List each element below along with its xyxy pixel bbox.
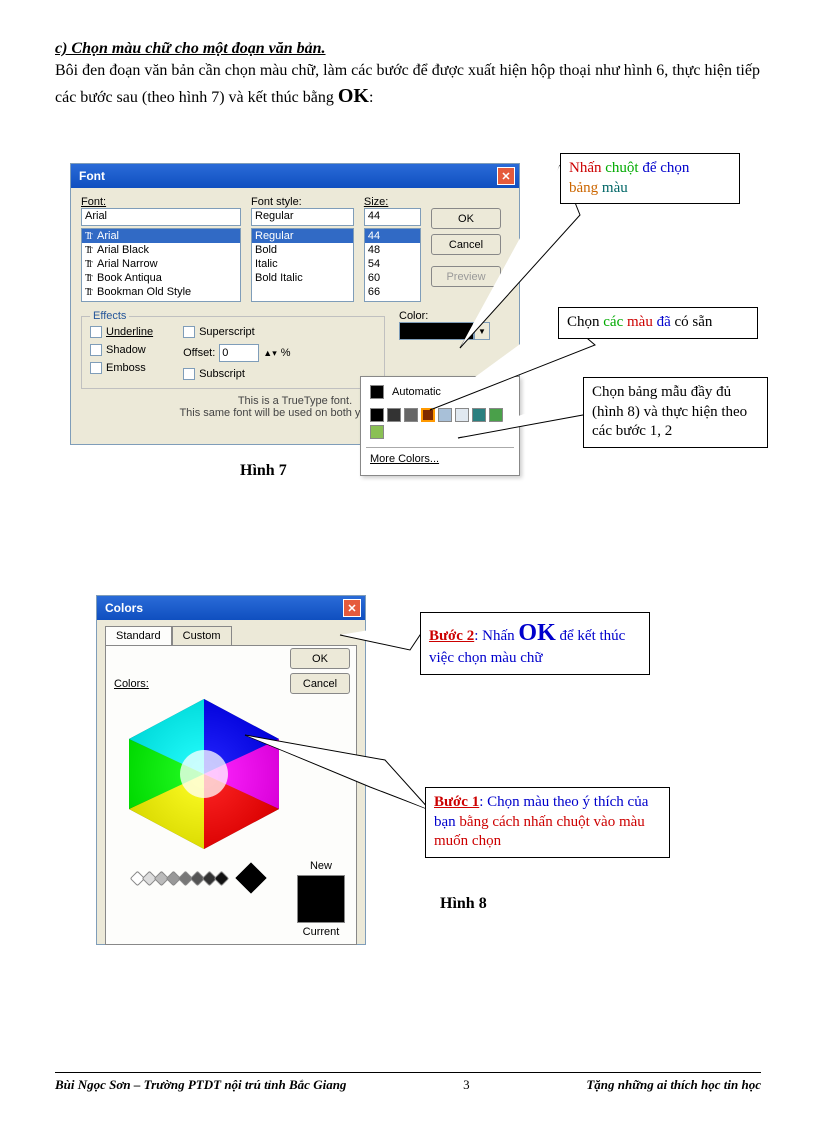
caption-fig8: Hình 8 — [440, 895, 487, 913]
superscript-checkbox[interactable]: Superscript — [183, 326, 290, 338]
new-current-swatch — [297, 875, 345, 923]
font-list-item[interactable]: Arial Narrow — [97, 258, 158, 270]
selected-black-hex[interactable] — [235, 862, 266, 893]
cancel-button[interactable]: Cancel — [290, 673, 350, 694]
intro-ok: OK — [338, 85, 369, 107]
color-hexagon[interactable] — [119, 694, 289, 854]
automatic-label: Automatic — [392, 386, 441, 398]
emboss-label: Emboss — [106, 362, 146, 374]
style-list-item[interactable]: Bold Italic — [255, 272, 303, 284]
size-label: Size: — [364, 196, 421, 208]
callout-more-colors: Chọn bảng mẫu đầy đủ (hình 8) và thực hi… — [583, 377, 768, 448]
style-list-item[interactable]: Regular — [255, 230, 294, 242]
ok-button[interactable]: OK — [290, 648, 350, 669]
subscript-checkbox[interactable]: Subscript — [183, 368, 290, 380]
swatch[interactable] — [370, 408, 384, 422]
intro-text-b: : — [369, 89, 373, 106]
colors-dialog: Colors ✕ Standard Custom OK Cancel Color… — [96, 595, 366, 945]
style-label: Font style: — [251, 196, 354, 208]
page-footer: Bùi Ngọc Sơn – Trường PTDT nội trú tỉnh … — [55, 1072, 761, 1123]
color-flyout: Automatic More Colors... — [360, 376, 520, 476]
size-input[interactable]: 44 — [364, 208, 421, 226]
font-input[interactable]: Arial — [81, 208, 241, 226]
truetype-icon — [85, 244, 93, 256]
new-label: New — [292, 860, 350, 872]
colors-dialog-titlebar: Colors ✕ — [97, 596, 365, 620]
size-list-item[interactable]: 66 — [368, 286, 380, 298]
underline-checkbox[interactable]: Underline — [90, 326, 153, 338]
swatch[interactable] — [438, 408, 452, 422]
cancel-button[interactable]: Cancel — [431, 234, 501, 255]
close-icon[interactable]: ✕ — [343, 599, 361, 617]
size-list-item[interactable]: 48 — [368, 244, 380, 256]
gray-swatch[interactable] — [214, 870, 230, 886]
effects-legend: Effects — [90, 310, 129, 322]
callout-step1: Bước 1: Chọn màu theo ý thích của bạn bằ… — [425, 787, 670, 858]
subscript-label: Subscript — [199, 368, 245, 380]
swatch[interactable] — [472, 408, 486, 422]
footer-right: Tặng những ai thích học tin học — [586, 1077, 761, 1093]
size-list-item[interactable]: 60 — [368, 272, 380, 284]
style-list-item[interactable]: Italic — [255, 258, 278, 270]
automatic-color-row[interactable]: Automatic — [366, 382, 514, 402]
offset-pct: % — [281, 347, 291, 359]
callout-step2: Bước 2: Nhấn OK để kết thúc việc chọn mà… — [420, 612, 650, 675]
callout-preset-colors: Chọn các màu đã có sẵn — [558, 307, 758, 339]
color-swatches[interactable] — [366, 402, 514, 445]
shadow-checkbox[interactable]: Shadow — [90, 344, 153, 356]
font-list-item[interactable]: Bookman Old Style — [97, 286, 191, 298]
close-icon[interactable]: ✕ — [497, 167, 515, 185]
style-list[interactable]: Regular Bold Italic Bold Italic — [251, 228, 354, 302]
section-title: c) Chọn màu chữ cho một đoạn văn bản. — [55, 40, 761, 58]
footer-left: Bùi Ngọc Sơn – Trường PTDT nội trú tỉnh … — [55, 1077, 346, 1093]
preview-button[interactable]: Preview — [431, 266, 501, 287]
swatch[interactable] — [370, 425, 384, 439]
emboss-checkbox[interactable]: Emboss — [90, 362, 153, 374]
swatch[interactable] — [421, 408, 435, 422]
superscript-label: Superscript — [199, 326, 255, 338]
colors-dialog-title: Colors — [105, 601, 143, 615]
truetype-icon — [85, 286, 93, 298]
font-list-item[interactable]: Arial Black — [97, 244, 149, 256]
offset-stepper[interactable]: 0 — [219, 344, 259, 362]
style-list-item[interactable]: Bold — [255, 244, 277, 256]
font-list-item[interactable]: Arial — [97, 230, 119, 242]
footer-page: 3 — [463, 1077, 470, 1093]
swatch[interactable] — [489, 408, 503, 422]
size-list[interactable]: 44 48 54 60 66 — [364, 228, 421, 302]
truetype-icon — [85, 258, 93, 270]
swatch[interactable] — [387, 408, 401, 422]
font-dialog-title: Font — [79, 169, 105, 183]
callout-click-color: Nhấn chuột để chọn bảng màu — [560, 153, 740, 204]
color-dropdown-button[interactable]: ▼ — [474, 322, 490, 340]
ok-button[interactable]: OK — [431, 208, 501, 229]
font-list-item[interactable]: Book Antiqua — [97, 272, 162, 284]
auto-swatch — [370, 385, 384, 399]
shadow-label: Shadow — [106, 344, 146, 356]
more-colors-row[interactable]: More Colors... — [366, 447, 514, 470]
offset-label: Offset: — [183, 347, 215, 359]
swatch[interactable] — [404, 408, 418, 422]
underline-label: Underline — [106, 326, 153, 338]
tab-standard[interactable]: Standard — [105, 626, 172, 645]
style-input[interactable]: Regular — [251, 208, 354, 226]
font-dialog-titlebar: Font ✕ — [71, 164, 519, 188]
current-label: Current — [292, 926, 350, 938]
intro-text-a: Bôi đen đoạn văn bản cần chọn màu chữ, l… — [55, 62, 760, 106]
font-label: Font: — [81, 196, 241, 208]
size-list-item[interactable]: 54 — [368, 258, 380, 270]
tab-custom[interactable]: Custom — [172, 626, 232, 645]
truetype-icon — [85, 230, 93, 242]
color-swatch — [399, 322, 474, 340]
intro-paragraph: Bôi đen đoạn văn bản cần chọn màu chữ, l… — [55, 60, 761, 110]
color-label: Color: — [399, 310, 509, 322]
font-list[interactable]: Arial Arial Black Arial Narrow Book Anti… — [81, 228, 241, 302]
swatch[interactable] — [455, 408, 469, 422]
size-list-item[interactable]: 44 — [368, 230, 380, 242]
caption-fig7: Hình 7 — [240, 462, 287, 480]
truetype-icon — [85, 272, 93, 284]
